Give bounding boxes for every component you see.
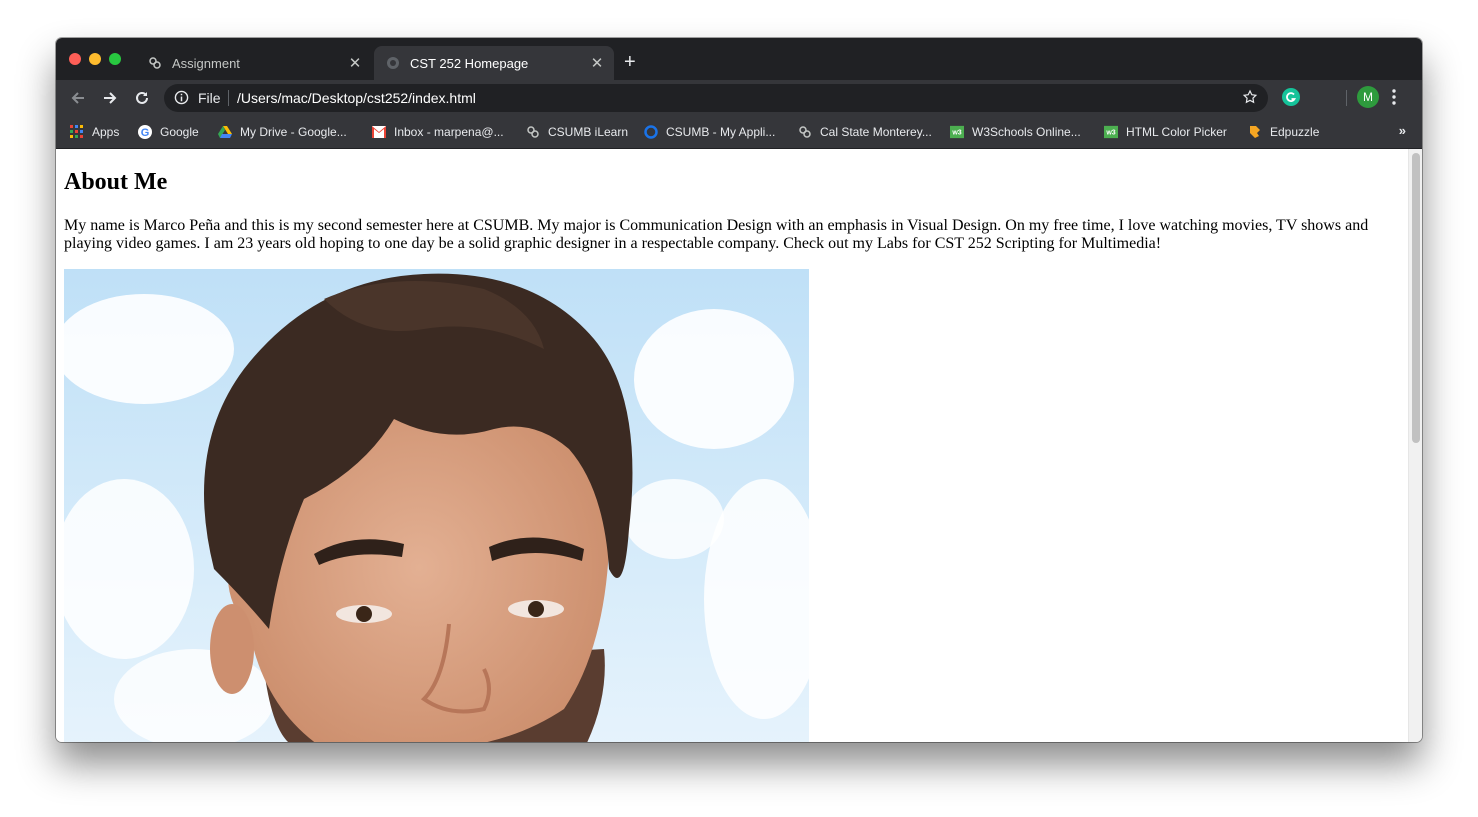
browser-window: Assignment ✕ CST 252 Homepage ✕ + File /… bbox=[56, 38, 1422, 742]
bookmark-w3schools[interactable]: w3 W3Schools Online... bbox=[950, 122, 1081, 142]
tab-strip: Assignment ✕ CST 252 Homepage ✕ + bbox=[56, 38, 1422, 80]
svg-text:w3: w3 bbox=[951, 130, 961, 137]
drive-icon bbox=[218, 125, 232, 139]
bookmark-label: My Drive - Google... bbox=[240, 125, 347, 139]
w3schools-icon: w3 bbox=[950, 125, 964, 139]
w3schools-icon: w3 bbox=[1104, 125, 1118, 139]
scrollbar-thumb[interactable] bbox=[1412, 153, 1420, 443]
info-icon[interactable] bbox=[174, 90, 189, 110]
google-icon: G bbox=[138, 125, 152, 139]
bookmark-inbox[interactable]: Inbox - marpena@... bbox=[372, 122, 504, 142]
reload-icon[interactable] bbox=[132, 88, 152, 108]
bookmark-cal-state-monterey[interactable]: Cal State Monterey... bbox=[798, 122, 932, 142]
bookmark-label: Cal State Monterey... bbox=[820, 125, 932, 139]
apps-grid-icon bbox=[70, 125, 84, 139]
tab-title: CST 252 Homepage bbox=[410, 55, 529, 71]
profile-photo bbox=[64, 269, 809, 742]
bookmarks-bar: Apps G Google My Drive - Google... Inbox… bbox=[56, 116, 1422, 149]
bookmark-edpuzzle[interactable]: Edpuzzle bbox=[1248, 122, 1319, 142]
bookmark-label: CSUMB - My Appli... bbox=[666, 125, 776, 139]
svg-text:G: G bbox=[141, 127, 150, 139]
bookmark-label: W3Schools Online... bbox=[972, 125, 1081, 139]
close-window-button[interactable] bbox=[69, 53, 81, 65]
divider bbox=[1346, 90, 1347, 106]
address-bar[interactable]: File /Users/mac/Desktop/cst252/index.htm… bbox=[164, 84, 1268, 112]
bookmark-html-color-picker[interactable]: w3 HTML Color Picker bbox=[1104, 122, 1227, 142]
page-content: About Me My name is Marco Peña and this … bbox=[56, 149, 1408, 742]
forward-arrow-icon[interactable] bbox=[100, 88, 120, 108]
vertical-scrollbar[interactable] bbox=[1408, 149, 1422, 742]
svg-text:w3: w3 bbox=[1105, 130, 1115, 137]
bookmark-label: HTML Color Picker bbox=[1126, 125, 1227, 139]
minimize-window-button[interactable] bbox=[89, 53, 101, 65]
bookmark-label: Edpuzzle bbox=[1270, 125, 1320, 139]
bookmark-label: CSUMB iLearn bbox=[548, 125, 629, 139]
bookmark-csumb-my-appli[interactable]: CSUMB - My Appli... bbox=[644, 122, 775, 142]
moodle-icon bbox=[526, 125, 540, 139]
bookmark-google[interactable]: G Google bbox=[138, 122, 199, 142]
more-bookmarks-icon[interactable]: » bbox=[1399, 123, 1406, 138]
page-heading: About Me bbox=[64, 169, 168, 195]
tab-assignment[interactable]: Assignment ✕ bbox=[136, 46, 372, 80]
moodle-icon bbox=[798, 125, 812, 139]
moodle-icon bbox=[148, 56, 162, 70]
gmail-icon bbox=[372, 125, 386, 139]
back-arrow-icon[interactable] bbox=[68, 88, 88, 108]
new-tab-button[interactable]: + bbox=[624, 50, 636, 74]
bookmark-star-icon[interactable] bbox=[1242, 89, 1258, 110]
bookmark-label: Apps bbox=[92, 125, 120, 139]
url-text[interactable]: /Users/mac/Desktop/cst252/index.html bbox=[237, 90, 476, 106]
edpuzzle-icon bbox=[1248, 125, 1262, 139]
toolbar: File /Users/mac/Desktop/cst252/index.htm… bbox=[56, 80, 1422, 116]
divider bbox=[228, 90, 229, 106]
tab-cst-252-homepage[interactable]: CST 252 Homepage ✕ bbox=[374, 46, 614, 80]
grammarly-icon[interactable] bbox=[1282, 88, 1300, 106]
bookmark-label: Google bbox=[160, 125, 199, 139]
globe-icon bbox=[386, 56, 400, 70]
close-tab-icon[interactable]: ✕ bbox=[586, 54, 608, 72]
scheme-label: File bbox=[198, 90, 221, 106]
bookmark-apps[interactable]: Apps bbox=[70, 122, 119, 142]
ring-icon bbox=[644, 125, 658, 139]
close-tab-icon[interactable]: ✕ bbox=[344, 54, 366, 72]
tab-title: Assignment bbox=[172, 55, 240, 71]
bookmark-csumb-ilearn[interactable]: CSUMB iLearn bbox=[526, 122, 628, 142]
profile-avatar[interactable]: M bbox=[1357, 86, 1379, 108]
zoom-window-button[interactable] bbox=[109, 53, 121, 65]
menu-dots-icon[interactable] bbox=[1392, 89, 1396, 110]
bookmark-label: Inbox - marpena@... bbox=[394, 125, 504, 139]
bookmark-my-drive[interactable]: My Drive - Google... bbox=[218, 122, 347, 142]
bio-paragraph: My name is Marco Peña and this is my sec… bbox=[64, 217, 1369, 252]
